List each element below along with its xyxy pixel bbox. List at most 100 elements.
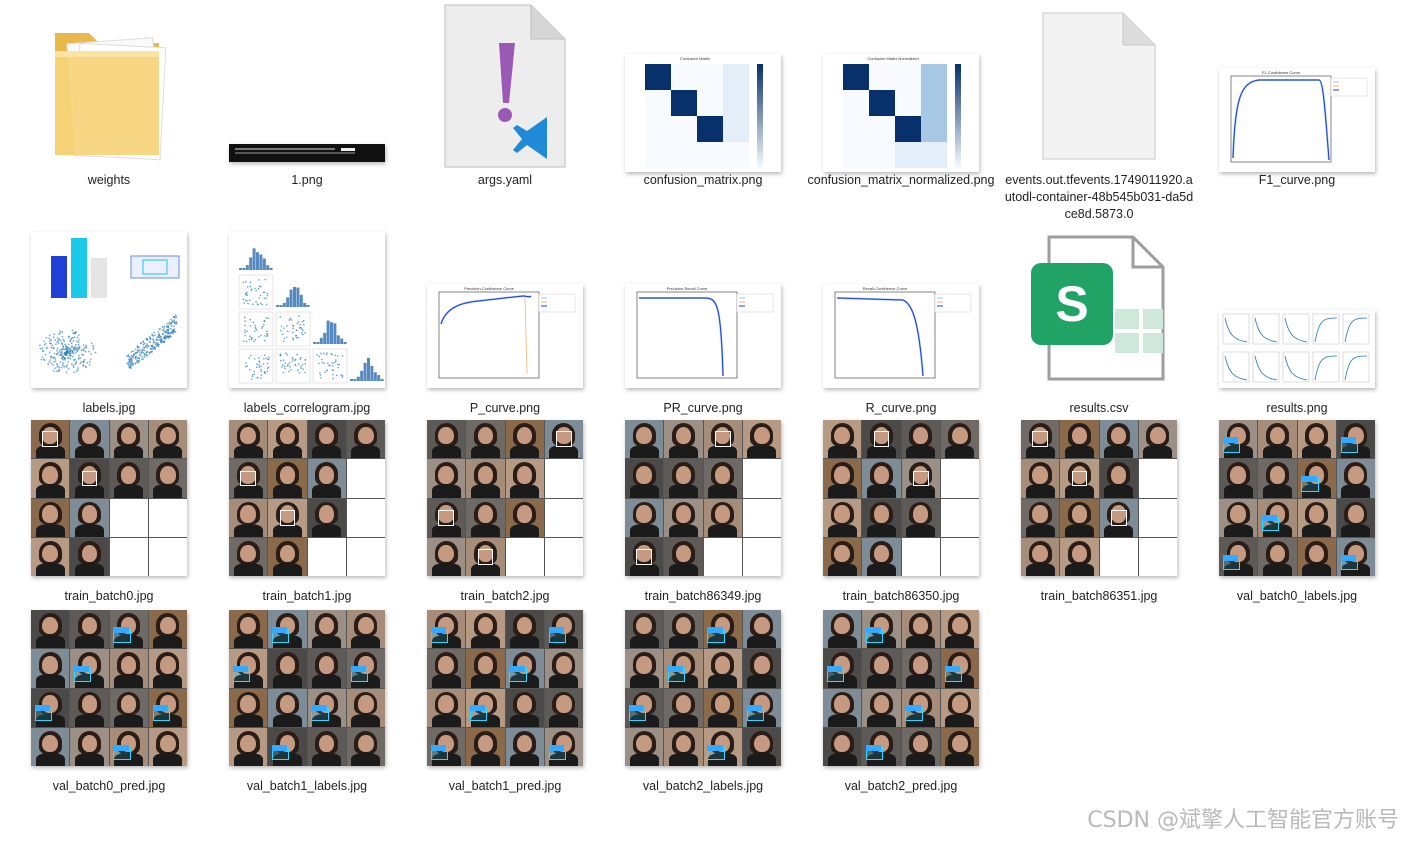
mosaic-cell (149, 649, 187, 687)
batch-mosaic-image (427, 610, 583, 766)
mosaic-cell (31, 499, 69, 537)
mosaic-cell (268, 538, 306, 576)
mosaic-cell (1100, 459, 1138, 497)
mosaic-cell (149, 610, 187, 648)
mosaic-cell (31, 689, 69, 727)
file-thumbnail (608, 418, 798, 578)
mosaic-cell (862, 689, 900, 727)
file-name-label: train_batch1.jpg (212, 588, 402, 605)
file-name-label: labels.jpg (14, 400, 204, 417)
curve-plot: Precision-Recall Curve (625, 284, 781, 388)
file-thumbnail (410, 0, 600, 172)
plot-title: Recall-Confidence Curve (863, 286, 908, 291)
mosaic-cell (1021, 499, 1059, 537)
mosaic-cell (941, 728, 979, 766)
mosaic-cell (347, 420, 385, 458)
batch-mosaic-image (427, 420, 583, 576)
blank-file-icon (1041, 11, 1157, 161)
mosaic-cell (31, 610, 69, 648)
file-name-label: args.yaml (410, 172, 600, 189)
mosaic-cell (308, 610, 346, 648)
folder-icon (49, 11, 169, 161)
mosaic-cell (941, 689, 979, 727)
mosaic-cell (1060, 499, 1098, 537)
mosaic-cell (229, 420, 267, 458)
mosaic-cell (308, 538, 346, 576)
curve-plot-image: Recall-Confidence Curve (823, 284, 979, 388)
mosaic-cell (268, 610, 306, 648)
mosaic-cell (704, 499, 742, 537)
mosaic-cell (110, 420, 148, 458)
mosaic-cell (70, 649, 108, 687)
mosaic-cell (229, 499, 267, 537)
mosaic-cell (862, 728, 900, 766)
correlogram-plot (229, 232, 385, 388)
file-thumbnail (14, 608, 204, 768)
mosaic-cell (823, 728, 861, 766)
mosaic-cell (229, 728, 267, 766)
mosaic-cell (427, 538, 465, 576)
mosaic-cell (941, 459, 979, 497)
batch-mosaic-image (823, 420, 979, 576)
batch-mosaic-image (625, 420, 781, 576)
mosaic-cell (110, 538, 148, 576)
mosaic-cell (1139, 499, 1177, 537)
mosaic-cell (427, 420, 465, 458)
file-name-label: train_batch2.jpg (410, 588, 600, 605)
mosaic-cell (1298, 499, 1336, 537)
curve-plot-image: Precision-Recall Curve (625, 284, 781, 388)
mosaic-cell (1139, 538, 1177, 576)
mosaic-cell (466, 728, 504, 766)
mosaic-cell (941, 499, 979, 537)
mosaic-cell (268, 420, 306, 458)
mosaic-cell (1298, 459, 1336, 497)
mosaic-cell (70, 728, 108, 766)
mosaic-cell (1060, 538, 1098, 576)
file-thumbnail: F1-Confidence Curve (1202, 0, 1392, 172)
file-name-label: train_batch86350.jpg (806, 588, 996, 605)
file-name-label: val_batch0_pred.jpg (14, 778, 204, 795)
mosaic-cell (229, 689, 267, 727)
mosaic-cell (268, 728, 306, 766)
mosaic-cell (427, 689, 465, 727)
mosaic-cell (941, 420, 979, 458)
mosaic-cell (1060, 459, 1098, 497)
file-name-label: confusion_matrix.png (608, 172, 798, 189)
batch-mosaic-image (823, 610, 979, 766)
mosaic-cell (31, 459, 69, 497)
mosaic-cell (902, 689, 940, 727)
mosaic-cell (625, 610, 663, 648)
file-name-label: train_batch0.jpg (14, 588, 204, 605)
mosaic-cell (1021, 420, 1059, 458)
mosaic-cell (704, 689, 742, 727)
mosaic-cell (664, 689, 702, 727)
mosaic-cell (545, 649, 583, 687)
mosaic-cell (545, 538, 583, 576)
file-name-label: val_batch1_pred.jpg (410, 778, 600, 795)
mosaic-cell (70, 459, 108, 497)
file-name-label: PR_curve.png (608, 400, 798, 417)
mosaic-cell (902, 728, 940, 766)
batch-mosaic-image (625, 610, 781, 766)
batch-mosaic-image (31, 420, 187, 576)
file-thumbnail (14, 228, 204, 388)
mosaic-cell (704, 538, 742, 576)
mosaic-cell (1298, 538, 1336, 576)
mosaic-cell (1100, 538, 1138, 576)
file-name-label: events.out.tfevents.1749011920.autodl-co… (1004, 172, 1194, 223)
plot-title: Confusion Matrix (680, 56, 710, 61)
mosaic-cell (229, 649, 267, 687)
mosaic-cell (704, 459, 742, 497)
mosaic-cell (902, 459, 940, 497)
file-thumbnail (14, 418, 204, 578)
mosaic-cell (427, 728, 465, 766)
mosaic-cell (862, 499, 900, 537)
mosaic-cell (1258, 499, 1296, 537)
mosaic-cell (1021, 459, 1059, 497)
mosaic-cell (347, 538, 385, 576)
mosaic-cell (347, 689, 385, 727)
mosaic-cell (664, 649, 702, 687)
mosaic-cell (466, 689, 504, 727)
mosaic-cell (31, 420, 69, 458)
mosaic-cell (70, 420, 108, 458)
